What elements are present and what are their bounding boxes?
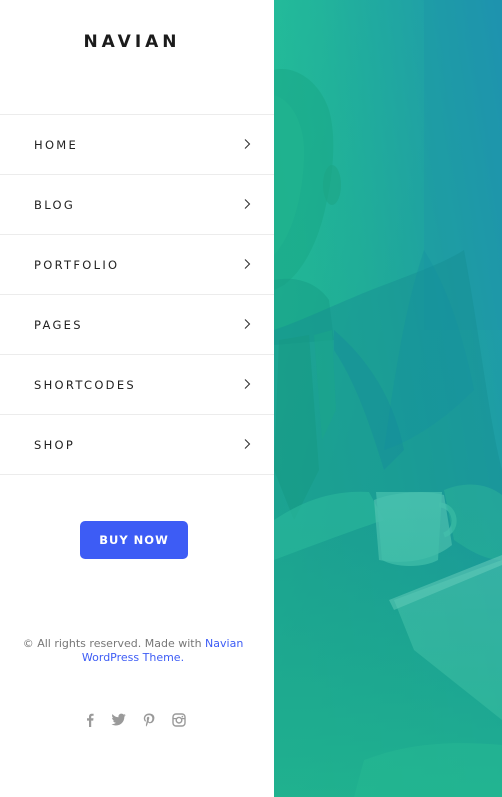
chevron-right-icon [244, 439, 251, 449]
hero-photo-illustration [274, 0, 502, 797]
menu-item-shortcodes[interactable]: SHORTCODES [0, 355, 274, 415]
chevron-right-icon [244, 379, 251, 389]
site-logo[interactable]: NAVIAN [0, 32, 264, 52]
page: NAVIAN HOME BLOG PORTFOLIO PAGES SHORTCO… [0, 0, 502, 797]
menu-item-pages[interactable]: PAGES [0, 295, 274, 355]
chevron-right-icon [244, 199, 251, 209]
copyright-text: © All rights reserved. Made with Navian … [20, 637, 246, 664]
hero-image [274, 0, 502, 797]
menu-item-home[interactable]: HOME [0, 115, 274, 175]
menu-item-label: SHOP [34, 438, 76, 452]
social-links [80, 712, 190, 728]
theme-link[interactable]: Navian [205, 637, 243, 650]
facebook-icon[interactable] [82, 712, 98, 728]
twitter-icon[interactable] [111, 712, 127, 728]
theme-link-line2[interactable]: WordPress Theme. [82, 651, 184, 664]
buy-now-button[interactable]: BUY NOW [80, 521, 188, 559]
chevron-right-icon [244, 319, 251, 329]
menu-item-label: HOME [34, 138, 79, 152]
chevron-right-icon [244, 259, 251, 269]
instagram-icon[interactable] [171, 712, 187, 728]
pinterest-icon[interactable] [141, 712, 157, 728]
menu-item-label: PAGES [34, 318, 83, 332]
menu-item-label: SHORTCODES [34, 378, 137, 392]
menu-item-portfolio[interactable]: PORTFOLIO [0, 235, 274, 295]
side-menu-panel: NAVIAN HOME BLOG PORTFOLIO PAGES SHORTCO… [0, 0, 274, 797]
menu-item-shop[interactable]: SHOP [0, 415, 274, 475]
menu-item-label: BLOG [34, 198, 76, 212]
copyright-prefix: © All rights reserved. Made with [22, 637, 206, 650]
main-menu: HOME BLOG PORTFOLIO PAGES SHORTCODES SHO… [0, 114, 274, 475]
menu-item-label: PORTFOLIO [34, 258, 120, 272]
chevron-right-icon [244, 139, 251, 149]
menu-item-blog[interactable]: BLOG [0, 175, 274, 235]
